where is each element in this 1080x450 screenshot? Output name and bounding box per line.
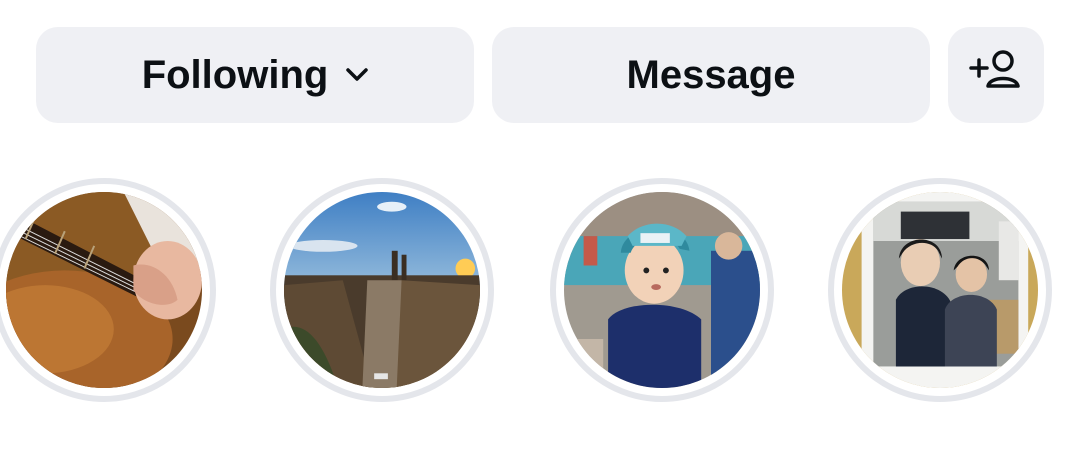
message-label: Message — [626, 52, 796, 97]
following-label: Following — [141, 52, 329, 97]
add-user-icon — [969, 48, 1023, 102]
following-button[interactable]: Following — [36, 27, 474, 123]
polaroid-friends-photo — [842, 192, 1038, 388]
message-button[interactable]: Message — [492, 27, 930, 123]
child-in-cap-photo — [564, 192, 760, 388]
story-highlight[interactable] — [270, 178, 494, 402]
chevron-down-icon — [346, 68, 369, 82]
story-highlight[interactable] — [828, 178, 1052, 402]
story-highlight[interactable] — [0, 178, 216, 402]
city-sunset-photo — [284, 192, 480, 388]
guitar-playing-photo — [6, 192, 202, 388]
add-user-button[interactable] — [948, 27, 1044, 123]
story-highlight[interactable] — [550, 178, 774, 402]
